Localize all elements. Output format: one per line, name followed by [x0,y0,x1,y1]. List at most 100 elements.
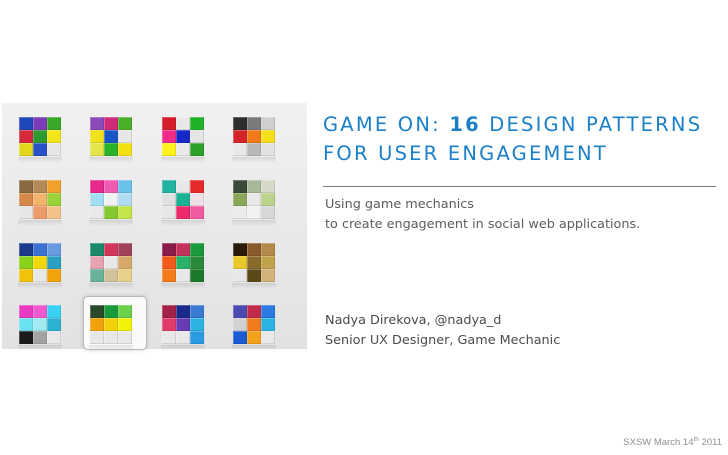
pattern-block-shadow [18,345,62,351]
pattern-block-cell [47,180,61,193]
pattern-block-cell [19,117,33,130]
pattern-block-cell [261,117,275,130]
pattern-block-cell [190,318,204,331]
pattern-block-cell [233,180,247,193]
pattern-block[interactable] [161,243,205,289]
pattern-block-cell [33,269,47,282]
pattern-block-cell [247,206,261,219]
pattern-block-cell [118,130,132,143]
pattern-block-cell [104,180,118,193]
pattern-block-cell [247,193,261,206]
pattern-block-cell [233,331,247,344]
pattern-block-cell [104,130,118,143]
pattern-block-cell [261,130,275,143]
pattern-block-row [19,180,61,193]
pattern-block-cell [19,331,33,344]
pattern-block[interactable] [89,243,133,289]
pattern-block-cell [118,269,132,282]
pattern-block-cell [162,143,176,156]
pattern-block[interactable] [161,117,205,163]
pattern-block-shadow [89,283,133,289]
pattern-block-cell [176,180,190,193]
pattern-block-cell [19,193,33,206]
pattern-block[interactable] [89,305,133,351]
pattern-block[interactable] [18,180,62,226]
pattern-block-row [162,180,204,193]
pattern-block[interactable] [89,117,133,163]
pattern-block-row [90,318,132,331]
pattern-block-row [162,130,204,143]
subtitle-line-2: to create engagement in social web appli… [325,217,641,232]
pattern-block-row [90,130,132,143]
pattern-block[interactable] [161,180,205,226]
pattern-block-cell [118,193,132,206]
pattern-block-row [233,130,275,143]
pattern-block-row [233,143,275,156]
pattern-block-cell [90,331,104,344]
pattern-block-cell [104,331,118,344]
pattern-block-cell [162,318,176,331]
pattern-block-shadow [232,157,276,163]
pattern-block-row [162,269,204,282]
pattern-block-shadow [232,220,276,226]
title-prefix: GAME ON: [323,113,450,136]
pattern-block-cell [104,269,118,282]
pattern-block-row [19,256,61,269]
pattern-block-cell [247,256,261,269]
pattern-block-row [19,193,61,206]
pattern-block-cell [90,256,104,269]
pattern-block[interactable] [18,305,62,351]
pattern-block-cell [90,180,104,193]
pattern-block-cell [47,305,61,318]
pattern-block-cell [90,305,104,318]
pattern-block-cell [233,130,247,143]
pattern-block[interactable] [18,117,62,163]
pattern-block[interactable] [89,180,133,226]
pattern-block-cell [162,305,176,318]
pattern-block-row [19,318,61,331]
pattern-block-cell [261,256,275,269]
pattern-block-row [19,269,61,282]
pattern-block-row [233,256,275,269]
pattern-block-shadow [18,220,62,226]
pattern-block-cell [261,193,275,206]
pattern-block-row [233,243,275,256]
pattern-block[interactable] [18,243,62,289]
pattern-block-cell [261,243,275,256]
pattern-block-row [90,305,132,318]
pattern-block-cell [33,256,47,269]
pattern-block-row [162,143,204,156]
pattern-block-shadow [161,220,205,226]
pattern-block-cell [233,243,247,256]
pattern-block-cell [176,256,190,269]
pattern-block-row [233,193,275,206]
pattern-block-cell [47,206,61,219]
pattern-block-cell [247,243,261,256]
author-role: Senior UX Designer, Game Mechanic [325,333,561,348]
pattern-block-cell [47,269,61,282]
pattern-block[interactable] [161,305,205,351]
pattern-block-shadow [232,345,276,351]
title-suffix: DESIGN PATTERNS [480,113,703,136]
pattern-block[interactable] [232,243,276,289]
pattern-block-row [233,269,275,282]
pattern-block-cell [261,331,275,344]
pattern-block-cell [162,193,176,206]
pattern-block-cell [33,193,47,206]
pattern-block-cell [33,180,47,193]
pattern-block[interactable] [232,117,276,163]
pattern-block-row [19,143,61,156]
pattern-block-cell [176,193,190,206]
pattern-block-cell [190,305,204,318]
pattern-block-cell [233,318,247,331]
pattern-block-cell [261,206,275,219]
slide-title: GAME ON: 16 DESIGN PATTERNS FOR USER ENG… [323,110,723,168]
pattern-block-cell [118,117,132,130]
pattern-block-shadow [161,283,205,289]
pattern-block[interactable] [232,305,276,351]
pattern-block-cell [19,256,33,269]
pattern-block[interactable] [232,180,276,226]
title-divider [323,186,716,187]
pattern-block-row [90,180,132,193]
pattern-block-row [233,305,275,318]
